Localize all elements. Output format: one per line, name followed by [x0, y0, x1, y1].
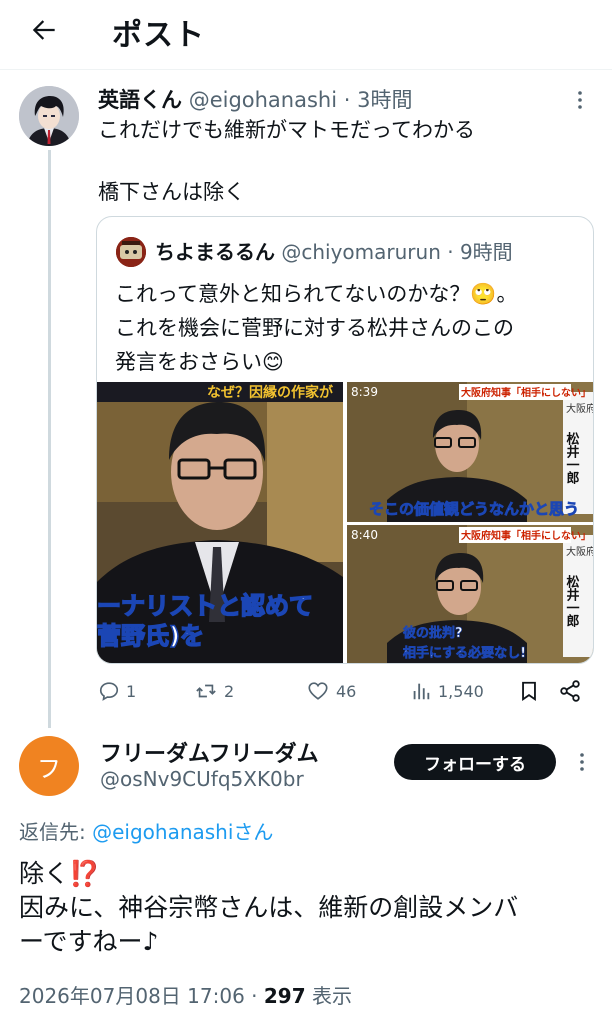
post-text-line: 橋下さんは除く — [98, 180, 245, 204]
reply-button[interactable]: 1 — [98, 676, 136, 706]
tv-screenshot-image: 大阪府知事 松井一郎 大阪府知事「相手にしない」 8:40 彼の批判? 相手にす… — [347, 525, 594, 663]
like-count: 46 — [336, 681, 357, 701]
bookmark-icon — [522, 681, 536, 701]
analytics-icon — [413, 683, 430, 700]
quote-author-name: ちよまるるん — [155, 240, 275, 264]
avatar[interactable] — [19, 86, 79, 146]
share-icon — [560, 680, 580, 702]
quote-text-line: 発言をおさらい😊 — [115, 350, 284, 374]
reply-to-link[interactable]: @eigohanashiさん — [92, 820, 273, 844]
side-title-text: 大阪府知事 — [566, 402, 594, 415]
follow-button[interactable]: フォローする — [394, 744, 556, 780]
caption-text: 彼の批判? — [403, 625, 463, 641]
caption-text: ーナリストと認めて — [97, 592, 313, 620]
post-date[interactable]: 2026年07月08日 17:06 — [19, 984, 245, 1008]
side-title-text: 大阪府知事 — [566, 545, 594, 558]
bookmark-button[interactable] — [518, 676, 540, 706]
post-text-line: 因みに、神谷宗幣さんは、維新の創設メンバ — [19, 893, 519, 922]
caption-text: そこの価値観どうなんかと思う — [369, 500, 579, 518]
quote-text-line: これって意外と知られてないのかな？🙄。 — [115, 282, 518, 306]
media-image[interactable]: 大阪府知事 松井一郎 大阪府知事「相手にしない」 8:39 そこの価値観どうなん… — [347, 382, 594, 522]
quote-text-line: これを機会に菅野に対する松井さんのこの — [115, 316, 514, 340]
top-bar: ポスト — [0, 0, 612, 70]
more-vertical-icon — [580, 753, 584, 771]
post-text-line: これだけでも維新がマトモだってわかる — [98, 118, 475, 142]
media-image[interactable]: 大阪府知事 松井一郎 大阪府知事「相手にしない」 8:40 彼の批判? 相手にす… — [347, 525, 594, 663]
post-time[interactable]: 3時間 — [357, 88, 412, 112]
post-text: これだけでも維新がマトモだってわかる 橋下さんは除く — [98, 115, 588, 207]
quote-author-handle: @chiyomarurun — [281, 240, 441, 264]
quote-time: 9時間 — [459, 240, 513, 264]
caption-text: 菅野氏)を — [97, 622, 204, 650]
share-button[interactable] — [558, 676, 582, 706]
page-title: ポスト — [112, 18, 205, 53]
arrow-left-icon — [32, 20, 55, 40]
author-name[interactable]: 英語くん — [98, 88, 182, 112]
caption-text: 相手にする必要なし! — [403, 645, 526, 661]
views-label: 表示 — [305, 984, 352, 1008]
reply-count: 1 — [126, 681, 137, 701]
banner-text: 大阪府知事「相手にしない」 — [461, 529, 591, 542]
quote-avatar — [116, 237, 146, 267]
post-text: 除く⁉️ 因みに、神谷宗幣さんは、維新の創設メンバ ーですねー♪ — [19, 857, 599, 959]
views-button[interactable]: 1,540 — [410, 676, 484, 706]
thread-connector-line — [48, 150, 51, 728]
tv-screenshot-image: 大阪府知事 松井一郎 大阪府知事「相手にしない」 8:39 そこの価値観どうなん… — [347, 382, 594, 522]
author-handle[interactable]: @osNv9CUfq5XK0br — [100, 767, 304, 791]
post-header: 英語くん @eigohanashi · 3時間 — [98, 84, 413, 114]
side-name-text: 松井一郎 — [564, 431, 580, 485]
reply-icon — [99, 682, 119, 701]
heart-icon — [308, 682, 328, 700]
retweet-count: 2 — [224, 681, 235, 701]
view-count: 297 — [263, 984, 306, 1008]
anime-avatar-image — [19, 86, 79, 146]
like-button[interactable]: 46 — [306, 676, 356, 706]
retweet-icon — [196, 684, 216, 698]
post-text-line: ーですねー♪ — [19, 927, 159, 956]
mascot-avatar-image — [116, 237, 146, 267]
tv-screenshot-image: なぜ？因縁の作家が ーナリストと認めて 菅野氏)を — [97, 382, 343, 663]
timestamp-text: 8:40 — [351, 528, 378, 542]
back-button[interactable] — [24, 10, 64, 50]
reply-to-line: 返信先: @eigohanashiさん — [19, 816, 273, 845]
post-action-bar: 1 2 46 1,540 — [96, 676, 594, 706]
retweet-button[interactable]: 2 — [194, 676, 234, 706]
reply-to-label: 返信先: — [19, 820, 93, 844]
more-options-button[interactable] — [568, 88, 592, 112]
side-name-text: 松井一郎 — [564, 574, 580, 628]
view-count: 1,540 — [438, 681, 484, 701]
quote-media-grid: なぜ？因縁の作家が ーナリストと認めて 菅野氏)を 大阪府知事 松井一郎 大阪府… — [97, 382, 594, 663]
quote-header: ちよまるるん @chiyomarurun · 9時間 — [155, 236, 513, 265]
timestamp-text: 8:39 — [351, 385, 378, 399]
avatar[interactable]: フ — [19, 736, 79, 796]
more-options-button[interactable] — [570, 750, 594, 774]
separator-dot: · — [343, 88, 351, 112]
media-image[interactable]: なぜ？因縁の作家が ーナリストと認めて 菅野氏)を — [97, 382, 343, 663]
quoted-post[interactable]: ちよまるるん @chiyomarurun · 9時間 これって意外と知られてない… — [96, 216, 594, 664]
banner-text: 大阪府知事「相手にしない」 — [461, 386, 591, 399]
post-meta: 2026年07月08日 17:06 · 297 表示 — [19, 980, 352, 1009]
author-name[interactable]: フリーダムフリーダム — [100, 736, 319, 768]
caption-text: なぜ？因縁の作家が — [207, 384, 334, 401]
author-handle[interactable]: @eigohanashi — [189, 88, 337, 112]
quote-text: これって意外と知られてないのかな？🙄。 これを機会に菅野に対する松井さんのこの … — [115, 277, 575, 379]
more-vertical-icon — [578, 91, 582, 109]
separator-dot: · — [447, 240, 454, 264]
post-text-line: 除く⁉️ — [19, 859, 101, 888]
separator-dot: · — [244, 984, 264, 1008]
